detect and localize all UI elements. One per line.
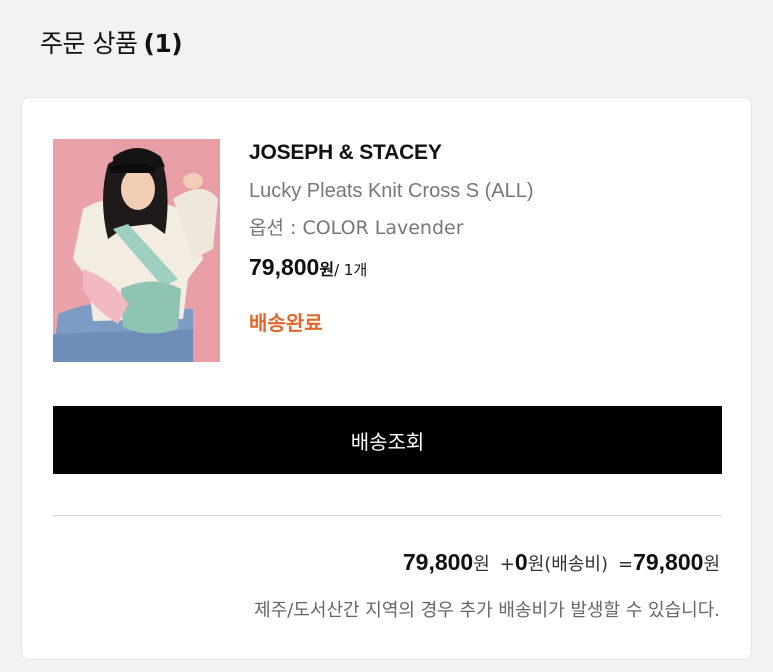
section-title-text: 주문 상품 bbox=[40, 29, 138, 58]
price-line: 79,800원/ 1개 bbox=[249, 252, 719, 282]
product-total-unit: 원 bbox=[473, 554, 490, 575]
price-unit: 원 bbox=[319, 260, 335, 279]
track-delivery-button[interactable]: 배송조회 bbox=[53, 406, 722, 474]
divider bbox=[53, 515, 722, 516]
shipping-notice: 제주/도서산간 지역의 경우 추가 배송비가 발생할 수 있습니다. bbox=[254, 600, 720, 621]
shipping-fee: 0 bbox=[514, 549, 528, 575]
product-info: JOSEPH & STACEY Lucky Pleats Knit Cross … bbox=[249, 138, 719, 338]
price-amount: 79,800 bbox=[249, 254, 320, 280]
grand-total: 79,800 bbox=[633, 549, 704, 575]
plus-sign: + bbox=[499, 554, 515, 575]
product-option: 옵션 : COLOR Lavender bbox=[249, 217, 464, 239]
item-count: (1) bbox=[143, 29, 183, 58]
equals-sign: = bbox=[617, 554, 634, 575]
brand-name[interactable]: JOSEPH & STACEY bbox=[249, 138, 719, 168]
quantity: / 1개 bbox=[334, 261, 368, 279]
product-name[interactable]: Lucky Pleats Knit Cross S (ALL) bbox=[249, 176, 719, 206]
product-total: 79,800 bbox=[402, 549, 474, 575]
delivery-status: 배송완료 bbox=[249, 311, 323, 335]
shipping-label: 원(배송비) bbox=[527, 554, 608, 575]
grand-total-unit: 원 bbox=[703, 554, 720, 575]
price-summary: 79,800원 +0원(배송비) =79,800원 bbox=[403, 546, 720, 578]
product-image[interactable] bbox=[53, 139, 220, 362]
order-item-card: JOSEPH & STACEY Lucky Pleats Knit Cross … bbox=[21, 97, 752, 660]
section-title: 주문 상품 (1) bbox=[40, 24, 183, 60]
